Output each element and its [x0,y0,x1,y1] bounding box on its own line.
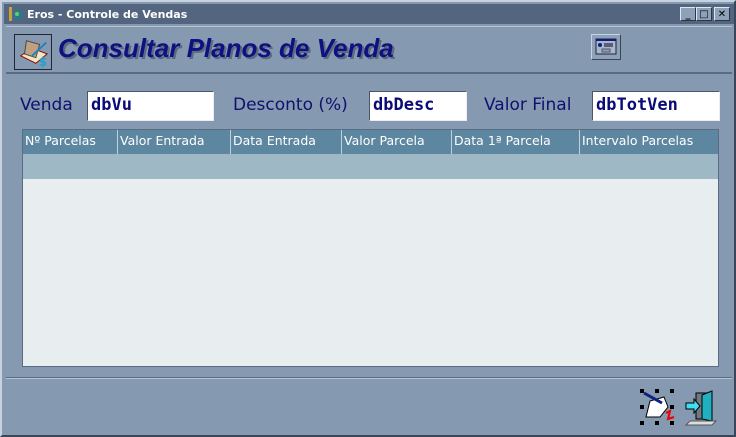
close-button[interactable]: ✕ [714,7,730,21]
valor-final-label: Valor Final [484,95,572,115]
info-button[interactable] [591,34,621,60]
desconto-label: Desconto (%) [233,95,348,115]
maximize-button[interactable]: □ [696,7,712,21]
title-bar: Eros - Controle de Vendas _ □ ✕ [4,4,734,24]
minimize-button[interactable]: _ [680,7,696,21]
page-title: Consultar Planos de Venda [58,33,394,63]
column-header[interactable]: Data 1ª Parcela [452,130,580,154]
exit-button[interactable] [682,387,720,427]
column-header[interactable]: Data Entrada [231,130,342,154]
edit-hand-icon [640,389,675,425]
app-icon [9,7,23,21]
sales-book-icon: $ [14,34,52,70]
info-card-icon [595,38,617,55]
divider [6,377,732,379]
plans-grid[interactable]: Nº Parcelas Valor Entrada Data Entrada V… [22,129,719,367]
valor-final-field[interactable]: dbTotVen [592,91,720,121]
venda-label: Venda [20,95,73,115]
column-header[interactable]: Valor Parcela [342,130,452,154]
svg-text:$: $ [39,55,48,69]
column-header[interactable]: Valor Entrada [118,130,231,154]
app-window: Eros - Controle de Vendas _ □ ✕ $ Consul… [0,0,736,437]
column-header[interactable]: Nº Parcelas [23,130,118,154]
venda-field[interactable]: dbVu [87,91,214,121]
column-header[interactable]: Intervalo Parcelas [580,130,718,154]
grid-header: Nº Parcelas Valor Entrada Data Entrada V… [23,130,718,154]
desconto-field[interactable]: dbDesc [369,91,467,121]
table-row[interactable] [23,154,718,179]
window-title: Eros - Controle de Vendas [27,7,188,21]
header-panel: $ Consultar Planos de Venda [6,26,732,74]
edit-button[interactable] [638,387,676,427]
exit-door-icon [684,390,718,426]
